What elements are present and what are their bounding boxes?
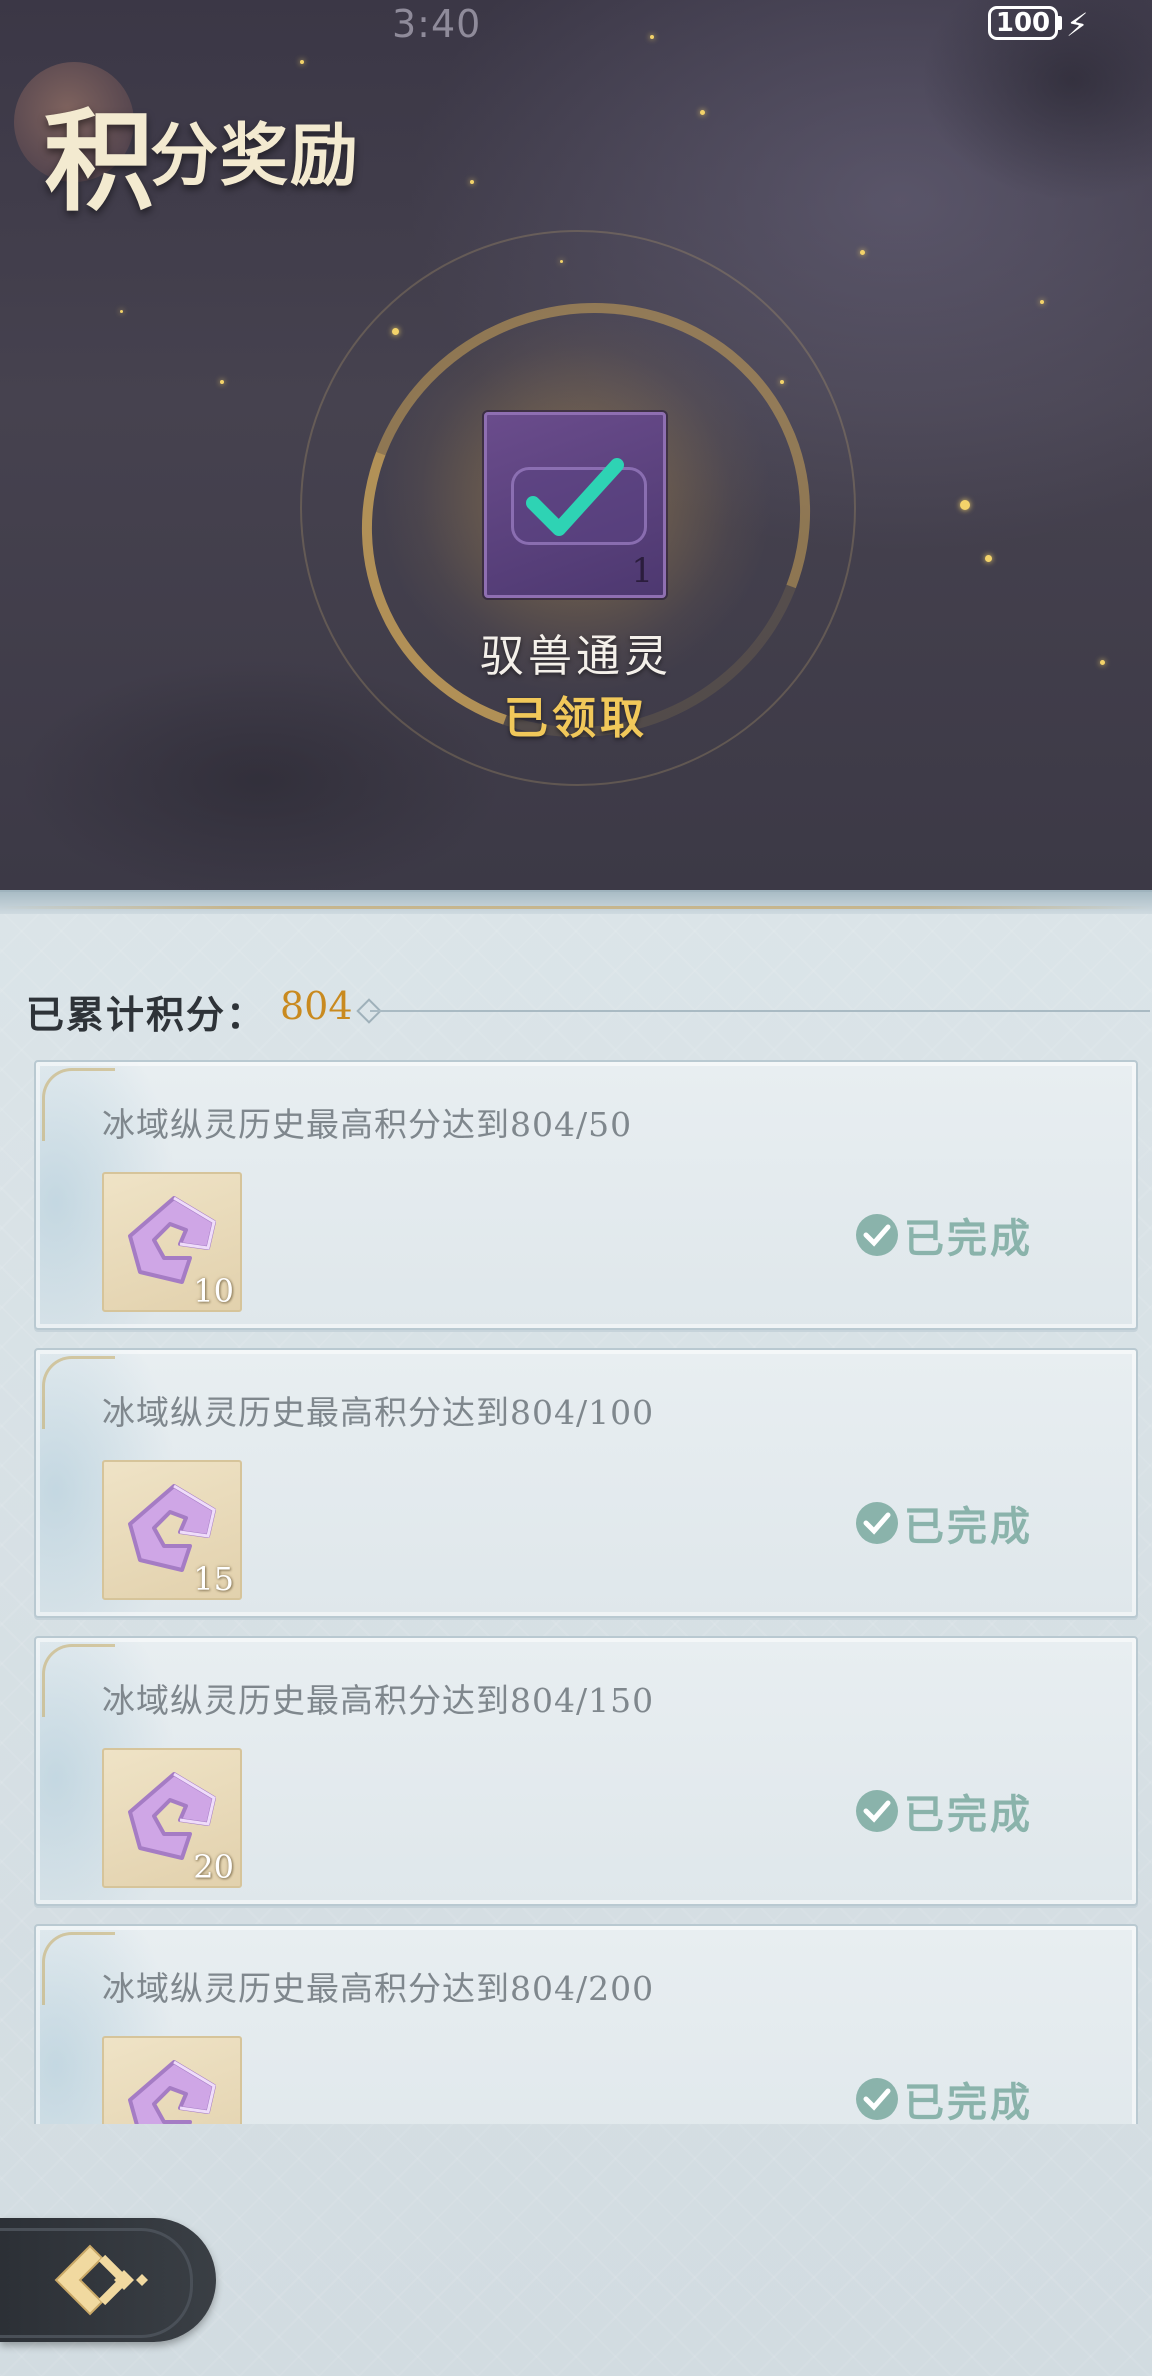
check-circle-icon: [856, 2078, 898, 2120]
task-done-status: 已完成: [856, 1206, 1033, 1264]
sparkle: [960, 500, 970, 510]
ink-cloud-decoration: [852, 0, 1152, 300]
battery-tip: [1058, 16, 1062, 30]
task-card: 冰域纵灵历史最高积分达到804/100 15 已完成: [34, 1348, 1138, 1618]
task-done-label: 已完成: [904, 1791, 1033, 1838]
task-done-label: 已完成: [904, 1503, 1033, 1550]
reward-banner: 3:40 100 ⚡ 积 分奖励 1 驭兽通灵 已领取: [0, 0, 1152, 890]
task-card: 冰域纵灵历史最高积分达到804/200 已完成: [34, 1924, 1138, 2124]
panel-edge: [0, 890, 1152, 914]
back-button[interactable]: [0, 2218, 216, 2342]
reward-quantity: 20: [193, 1848, 234, 1886]
reward-item[interactable]: 20: [102, 1748, 242, 1888]
checkmark-icon: [526, 458, 624, 536]
divider-line: [370, 1010, 1150, 1012]
sparkle: [985, 555, 992, 562]
task-title: 冰域纵灵历史最高积分达到804/150: [102, 1681, 655, 1720]
reward-item[interactable]: 15: [102, 1460, 242, 1600]
reward-name: 驭兽通灵: [480, 631, 672, 682]
featured-reward-item[interactable]: 1: [484, 412, 666, 598]
task-card: 冰域纵灵历史最高积分达到804/50 10 已完成: [34, 1060, 1138, 1330]
sparkle: [300, 60, 304, 64]
check-circle-icon: [856, 1790, 898, 1832]
back-arrow-icon: [54, 2244, 148, 2316]
task-done-label: 已完成: [904, 1215, 1033, 1262]
check-circle-icon: [856, 1502, 898, 1544]
sparkle: [780, 380, 784, 384]
sparkle: [1040, 300, 1044, 304]
sparkle: [392, 328, 399, 335]
task-list[interactable]: 冰域纵灵历史最高积分达到804/50 10 已完成 冰域纵灵历史最高积分达到80…: [0, 1054, 1152, 2124]
task-card: 冰域纵灵历史最高积分达到804/150 20 已完成: [34, 1636, 1138, 1906]
sparkle: [860, 250, 865, 255]
total-score-value: 804: [280, 984, 353, 1028]
task-title: 冰域纵灵历史最高积分达到804/200: [102, 1969, 655, 2008]
reward-item[interactable]: [102, 2036, 242, 2124]
sparkle: [470, 180, 474, 184]
task-done-status: 已完成: [856, 1494, 1033, 1552]
total-score-label: 已累计积分：: [26, 992, 267, 1037]
item-count: 1: [631, 551, 653, 591]
sparkle: [120, 310, 123, 313]
task-title: 冰域纵灵历史最高积分达到804/50: [102, 1105, 633, 1144]
page-title: 分奖励: [150, 116, 361, 196]
panel-gold-line: [0, 906, 1152, 909]
task-done-status: 已完成: [856, 1782, 1033, 1840]
status-time: 3:40: [392, 2, 482, 46]
task-done-status: 已完成: [856, 2070, 1033, 2124]
sparkle: [650, 35, 654, 39]
page-title-first-char: 积: [44, 97, 156, 226]
reward-item[interactable]: 10: [102, 1172, 242, 1312]
sparkle: [220, 380, 224, 384]
sparkle: [560, 260, 563, 263]
purple-gem-icon: [128, 2060, 216, 2124]
reward-status: 已领取: [504, 693, 648, 744]
charging-icon: ⚡: [1066, 6, 1089, 44]
reward-quantity: 15: [193, 1560, 234, 1598]
battery-indicator: 100: [988, 6, 1058, 40]
check-circle-icon: [856, 1214, 898, 1256]
task-done-label: 已完成: [904, 2079, 1033, 2124]
sparkle: [700, 110, 705, 115]
task-title: 冰域纵灵历史最高积分达到804/100: [102, 1393, 655, 1432]
reward-quantity: 10: [193, 1272, 234, 1310]
